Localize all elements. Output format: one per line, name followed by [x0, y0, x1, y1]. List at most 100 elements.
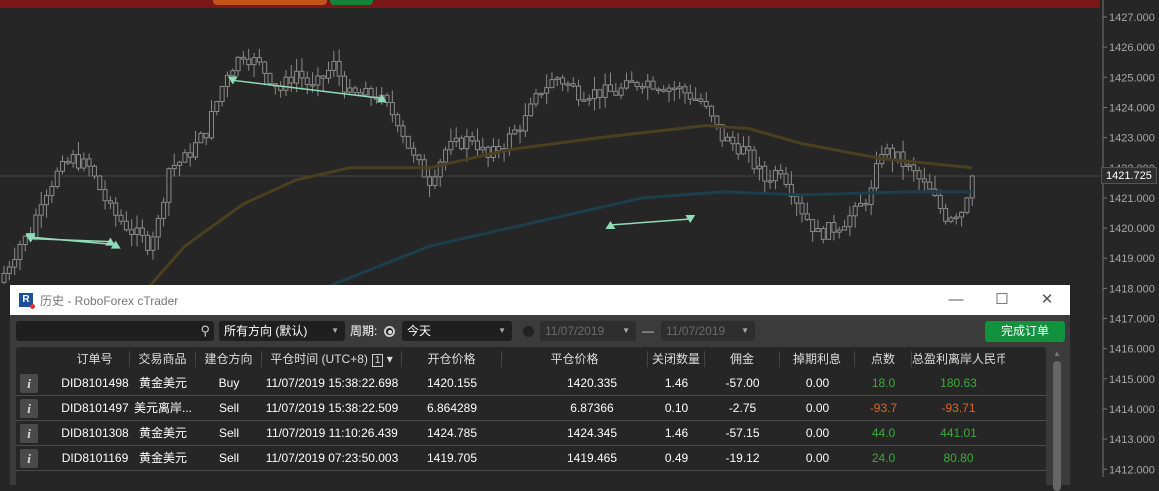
candle-body	[629, 80, 635, 83]
candle-body	[655, 88, 661, 92]
scroll-up-icon[interactable]: ▲	[1053, 349, 1061, 358]
cell-open-price: 6.864289	[426, 401, 478, 415]
candle-body	[820, 228, 826, 240]
info-button[interactable]: i	[20, 424, 38, 443]
completed-orders-button[interactable]: 完成订单	[985, 321, 1065, 342]
column-header-commission[interactable]: 佣金	[705, 351, 780, 367]
cell-symbol: 黄金美元	[138, 451, 187, 465]
candle-body	[868, 187, 874, 205]
sort-order-badge: 1	[371, 354, 384, 367]
column-header-direction[interactable]: 建仓方向	[196, 351, 262, 367]
candle-body	[905, 164, 911, 168]
candle-body	[304, 77, 310, 86]
table-row[interactable]: i DID8101169 黄金美元 Sell 11/07/2019 07:23:50.0…	[16, 446, 1046, 471]
sort-desc-icon[interactable]: ▾	[383, 352, 393, 366]
vertical-scrollbar[interactable]: ▲	[1050, 347, 1064, 491]
date-to-picker[interactable]: 11/07/2019 ▼	[661, 321, 755, 341]
candle-body	[97, 175, 103, 191]
status-pill-green	[330, 0, 373, 5]
period-label: 周期:	[350, 324, 378, 338]
candle-body	[783, 173, 789, 185]
candle-body	[948, 217, 954, 222]
candle-body	[778, 169, 784, 175]
candle-body	[709, 105, 715, 117]
cell-swap: 0.00	[805, 401, 830, 415]
period-select[interactable]: 今天 ▼	[402, 321, 512, 341]
period-custom-radio[interactable]	[523, 326, 534, 337]
candle-body	[698, 98, 704, 102]
candle-body	[182, 152, 188, 163]
info-button[interactable]: i	[20, 449, 38, 468]
top-status-bar	[0, 0, 1100, 8]
cell-total-profit: 80.80	[943, 451, 974, 465]
column-header-symbol[interactable]: 交易商品	[130, 351, 196, 367]
candle-body	[810, 219, 816, 233]
price-tick-label: 1421.000	[1109, 193, 1155, 205]
table-row[interactable]: i DID8101308 黄金美元 Sell 11/07/2019 11:10:26.4…	[16, 421, 1046, 446]
candle-body	[299, 70, 305, 79]
column-header-order-id[interactable]: 订单号	[60, 351, 130, 367]
candle-body	[756, 165, 762, 170]
cell-direction: Sell	[218, 401, 239, 415]
candle-body	[363, 87, 369, 96]
cell-symbol: 黄金美元	[138, 376, 187, 390]
column-header-pips[interactable]: 点数	[855, 351, 912, 367]
candle-body	[565, 83, 571, 86]
column-header-closed-qty[interactable]: 关闭数量	[648, 351, 705, 367]
direction-select[interactable]: 所有方向 (默认) ▼	[219, 321, 345, 341]
candle-body	[134, 227, 140, 236]
candle-body	[129, 229, 135, 236]
candle-body	[65, 160, 71, 164]
cell-symbol: 黄金美元	[138, 426, 187, 440]
info-button[interactable]: i	[20, 374, 38, 393]
candle-body	[427, 176, 433, 186]
cell-close-price: 1419.465	[566, 451, 618, 465]
column-header-open-price[interactable]: 开仓价格	[402, 351, 502, 367]
candle-body	[538, 92, 544, 96]
search-input[interactable]: ⚲	[16, 321, 214, 341]
title-bar[interactable]: R 历史 - RoboForex cTrader — ☐ ✕	[10, 285, 1070, 315]
cell-closed-qty: 1.46	[664, 426, 689, 440]
period-preset-radio[interactable]	[384, 326, 395, 337]
candle-body	[193, 142, 199, 158]
candle-body	[161, 201, 167, 219]
candle-body	[528, 103, 534, 117]
candle-body	[767, 180, 773, 183]
column-header-close-time[interactable]: 平仓时间 (UTC+8) 1 ▾	[262, 351, 402, 367]
table-row[interactable]: i DID8101498 黄金美元 Buy 11/07/2019 15:38:22.69…	[16, 371, 1046, 396]
scrollbar-thumb[interactable]	[1053, 361, 1061, 491]
candle-body	[740, 146, 746, 155]
candle-body	[150, 236, 156, 251]
price-tick-label: 1425.000	[1109, 72, 1155, 84]
price-tick-label: 1427.000	[1109, 12, 1155, 24]
candle-body	[522, 115, 528, 132]
candle-body	[597, 89, 603, 98]
column-header-total-profit[interactable]: 总盈利离岸人民币	[912, 351, 1005, 367]
cell-total-profit: -93.71	[941, 401, 976, 415]
info-button[interactable]: i	[20, 399, 38, 418]
candle-body	[102, 189, 108, 202]
minimize-button[interactable]: —	[933, 285, 979, 315]
close-button[interactable]: ✕	[1024, 285, 1070, 315]
cell-closed-qty: 0.49	[664, 451, 689, 465]
column-header-swap[interactable]: 掉期利息	[780, 351, 855, 367]
candle-body	[512, 129, 518, 135]
maximize-button[interactable]: ☐	[979, 285, 1025, 315]
cell-direction: Sell	[218, 426, 239, 440]
candle-body	[570, 83, 576, 87]
candle-body	[735, 143, 741, 155]
status-pill-orange	[213, 0, 327, 5]
candle-body	[671, 87, 677, 91]
candle-body	[618, 87, 624, 96]
candle-body	[533, 93, 539, 105]
column-header-label: 订单号	[76, 352, 113, 366]
column-header-label: 交易商品	[138, 352, 187, 366]
date-from-picker[interactable]: 11/07/2019 ▼	[540, 321, 636, 341]
cell-close-time: 11/07/2019 15:38:22.698	[265, 376, 399, 390]
candle-body	[139, 227, 145, 236]
candle-body	[320, 75, 326, 79]
candle-body	[12, 259, 18, 268]
candle-body	[937, 195, 943, 209]
column-header-close-price[interactable]: 平仓价格	[502, 351, 648, 367]
table-row[interactable]: i DID8101497 美元离岸... Sell 11/07/2019 15:38:2…	[16, 396, 1046, 421]
